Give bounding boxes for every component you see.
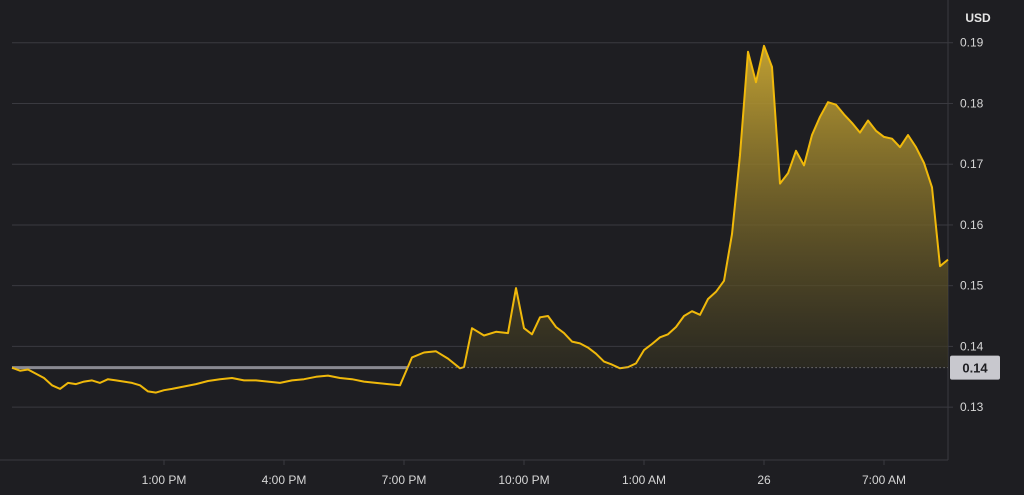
y-tick-label-5: 0.18 — [960, 96, 984, 110]
x-axis: 1:00 PM 4:00 PM 7:00 PM 10:00 PM 1:00 AM 26 7:… — [142, 460, 906, 487]
x-tick-label-5: 26 — [757, 473, 771, 487]
y-tick-label-6: 0.19 — [960, 36, 984, 50]
x-tick-label-0: 1:00 PM — [142, 473, 187, 487]
x-tick-label-1: 4:00 PM — [262, 473, 307, 487]
y-tick-label-1: 0.14 — [960, 339, 984, 353]
y-tick-label-4: 0.17 — [960, 157, 984, 171]
current-price-badge: 0.14 — [950, 355, 1000, 380]
price-chart[interactable]: 0.13 0.14 0.15 0.16 0.17 0.18 0.19 1:00 PM 4:00… — [0, 0, 1024, 495]
x-tick-label-2: 7:00 PM — [382, 473, 427, 487]
x-tick-label-3: 10:00 PM — [498, 473, 549, 487]
current-price-label: 0.14 — [962, 361, 988, 376]
x-tick-label-4: 1:00 AM — [622, 473, 666, 487]
price-area-fill — [407, 45, 948, 368]
y-tick-label-2: 0.15 — [960, 279, 984, 293]
y-tick-label-0: 0.13 — [960, 400, 984, 414]
price-area — [407, 45, 948, 368]
x-tick-label-6: 7:00 AM — [862, 473, 906, 487]
y-tick-label-3: 0.16 — [960, 218, 984, 232]
unit-label: USD — [965, 11, 991, 25]
